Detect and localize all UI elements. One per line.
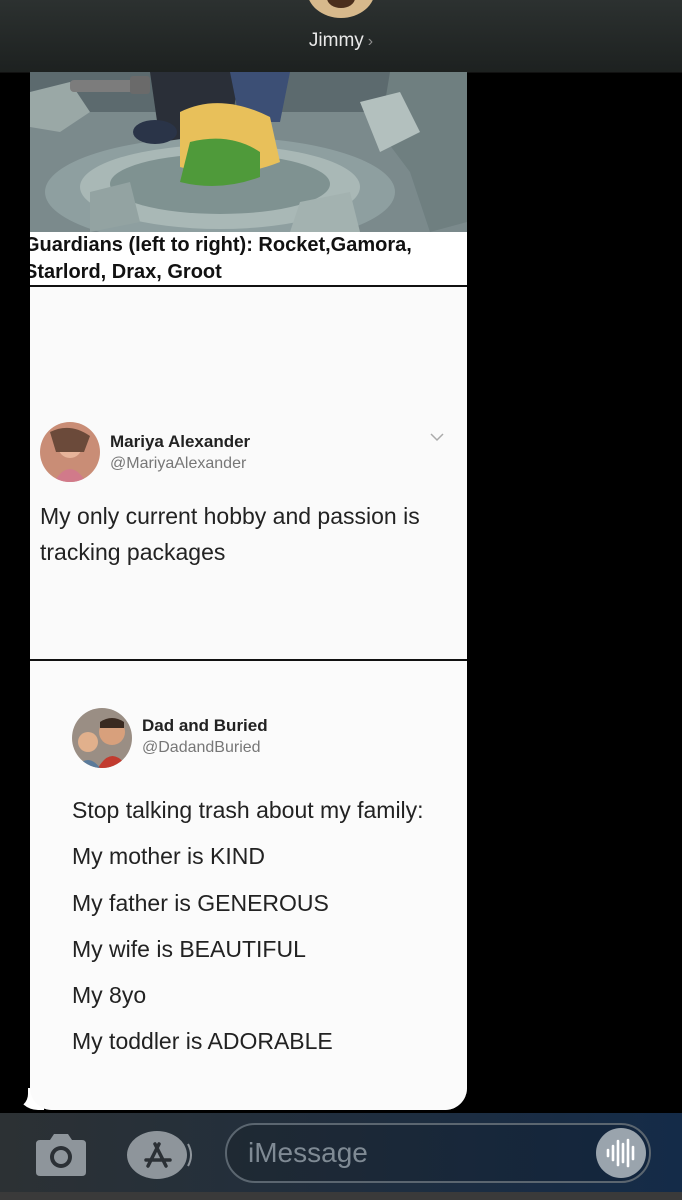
chevron-right-icon: › [367,33,374,50]
tweet-handle: @MariyaAlexander [110,455,247,472]
tweet-line: My mother is KIND [72,843,265,870]
tweet-display-name: Dad and Buried [142,716,268,735]
conversation-header: Jimmy › [0,0,682,73]
tweet-handle: @DadandBuried [142,739,261,756]
contact-avatar[interactable] [307,0,375,18]
image-caption: Guardians (left to right): Rocket,Gamora… [30,234,412,283]
tweet-text: My only current hobby and passion is tra… [40,503,420,565]
contact-name-label: Jimmy [308,30,364,51]
tweet-card: Dad and Buried @DadandBuried Stop talkin… [30,661,467,1110]
chevron-down-icon [430,429,444,447]
audio-message-icon[interactable] [596,1128,646,1178]
tweet-line: My father is GENEROUS [72,889,329,916]
app-store-icon[interactable] [126,1130,192,1180]
tweet-line: My 8yo [72,982,147,1009]
image-message-bubble[interactable]: Guardians (left to right): Rocket,Gamora… [30,72,467,1110]
avatar [40,422,100,482]
cartoon-image [30,72,467,247]
tweet-text: Stop talking trash about my family: My m… [72,787,452,1065]
contact-name-button[interactable]: Jimmy › [0,30,682,52]
message-input-placeholder: iMessage [248,1137,368,1168]
tweet-line: My toddler is ADORABLE [72,1028,333,1055]
tweet-line: My wife is BEAUTIFUL [72,935,306,962]
tweet-card: Mariya Alexander @MariyaAlexander My onl… [30,287,467,659]
camera-icon[interactable] [32,1132,90,1178]
tweet-display-name: Mariya Alexander [110,432,251,451]
avatar [72,708,132,768]
tweet-line: Stop talking trash about my family: [72,797,424,823]
